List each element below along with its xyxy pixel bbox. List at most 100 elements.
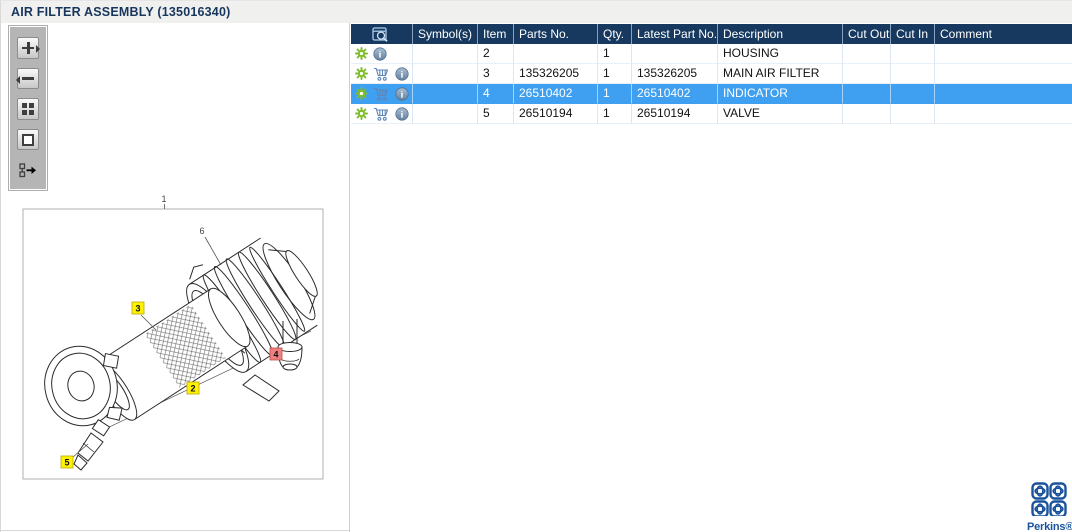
cell-cut_in[interactable] xyxy=(891,64,935,84)
table-search-icon[interactable] xyxy=(372,26,391,42)
cell-parts_no[interactable] xyxy=(514,44,598,64)
zoom-out-button[interactable] xyxy=(16,67,39,90)
grid-icon xyxy=(22,103,34,115)
cell-comment[interactable] xyxy=(935,64,1072,84)
cell-comment[interactable] xyxy=(935,104,1072,124)
cart-icon[interactable] xyxy=(373,67,390,81)
diagram-callout-5[interactable]: 5 xyxy=(60,455,74,469)
cell-parts_no[interactable]: 26510402 xyxy=(514,84,598,104)
column-header-filter[interactable] xyxy=(351,24,413,44)
svg-text:i: i xyxy=(401,110,404,120)
table-row[interactable]: i 5 26510194 1 26510194 VALVE xyxy=(351,104,1072,124)
table-row[interactable]: i 2 1 HOUSING xyxy=(351,44,1072,64)
cell-cut_out[interactable] xyxy=(843,84,891,104)
settings-icon[interactable] xyxy=(355,67,368,80)
cell-item[interactable]: 3 xyxy=(478,64,514,84)
svg-text:2: 2 xyxy=(190,384,195,394)
arrow-left-tab-icon xyxy=(12,75,20,84)
cell-item[interactable]: 2 xyxy=(478,44,514,64)
table-header-row: Symbol(s) Item Parts No. Qty. Latest Part No… xyxy=(351,24,1072,44)
list-arrow-icon xyxy=(19,163,36,177)
cell-parts_no[interactable]: 135326205 xyxy=(514,64,598,84)
cell-icons: i xyxy=(351,84,413,104)
diagram-label-6: 6 xyxy=(199,226,204,236)
settings-icon[interactable] xyxy=(355,87,368,100)
send-to-parts-list-button[interactable] xyxy=(17,159,39,181)
cell-symbols[interactable] xyxy=(413,84,478,104)
cell-latest_part_no[interactable]: 26510402 xyxy=(632,84,718,104)
cell-item[interactable]: 4 xyxy=(478,84,514,104)
cell-cut_in[interactable] xyxy=(891,44,935,64)
perkins-logo-mark xyxy=(1031,482,1067,518)
column-header-cut_out[interactable]: Cut Out xyxy=(843,24,891,44)
cell-icons: i xyxy=(351,64,413,84)
cell-description[interactable]: HOUSING xyxy=(718,44,843,64)
cell-qty[interactable]: 1 xyxy=(598,104,632,124)
cart-icon[interactable] xyxy=(373,87,390,101)
cell-cut_out[interactable] xyxy=(843,64,891,84)
column-header-parts_no[interactable]: Parts No. xyxy=(514,24,598,44)
cell-cut_in[interactable] xyxy=(891,84,935,104)
column-header-latest_part_no[interactable]: Latest Part No. xyxy=(632,24,718,44)
settings-icon[interactable] xyxy=(355,47,368,60)
cell-latest_part_no[interactable]: 135326205 xyxy=(632,64,718,84)
svg-text:i: i xyxy=(379,50,382,60)
cart-icon[interactable] xyxy=(373,107,390,121)
cell-item[interactable]: 5 xyxy=(478,104,514,124)
cell-qty[interactable]: 1 xyxy=(598,44,632,64)
bottom-border xyxy=(1,530,349,531)
column-header-qty[interactable]: Qty. xyxy=(598,24,632,44)
column-header-cut_in[interactable]: Cut In xyxy=(891,24,935,44)
cell-description[interactable]: MAIN AIR FILTER xyxy=(718,64,843,84)
column-header-item[interactable]: Item xyxy=(478,24,514,44)
cell-parts_no[interactable]: 26510194 xyxy=(514,104,598,124)
column-header-description[interactable]: Description xyxy=(718,24,843,44)
cell-description[interactable]: VALVE xyxy=(718,104,843,124)
cell-icons: i xyxy=(351,44,413,64)
minus-icon xyxy=(22,72,34,84)
cell-cut_out[interactable] xyxy=(843,44,891,64)
diagram-callout-2[interactable]: 2 xyxy=(186,381,200,395)
cell-cut_out[interactable] xyxy=(843,104,891,124)
cell-cut_in[interactable] xyxy=(891,104,935,124)
cell-description[interactable]: INDICATOR xyxy=(718,84,843,104)
fit-to-window-button[interactable] xyxy=(17,98,39,120)
svg-text:i: i xyxy=(401,90,404,100)
info-icon[interactable]: i xyxy=(395,86,409,101)
cell-symbols[interactable] xyxy=(413,104,478,124)
svg-text:3: 3 xyxy=(135,304,140,314)
cell-latest_part_no[interactable] xyxy=(632,44,718,64)
cell-icons: i xyxy=(351,104,413,124)
diagram-label-1: 1 xyxy=(161,194,166,204)
cell-comment[interactable] xyxy=(935,44,1072,64)
panel-divider xyxy=(349,23,350,532)
table-row[interactable]: i 3 135326205 1 135326205 MAIN AIR FILTER xyxy=(351,64,1072,84)
diagram-callout-4-selected[interactable]: 4 xyxy=(269,347,283,361)
zoom-window-button[interactable] xyxy=(17,128,39,151)
svg-text:5: 5 xyxy=(64,458,69,468)
svg-text:i: i xyxy=(401,70,404,80)
table-row-selected[interactable]: i 4 26510402 1 26510402 INDICATOR xyxy=(351,84,1072,104)
cell-symbols[interactable] xyxy=(413,44,478,64)
info-icon[interactable]: i xyxy=(395,106,409,121)
column-header-comment[interactable]: Comment xyxy=(935,24,1072,44)
diagram-callout-3[interactable]: 3 xyxy=(131,301,145,315)
cell-qty[interactable]: 1 xyxy=(598,84,632,104)
info-icon[interactable]: i xyxy=(395,66,409,81)
column-header-symbols[interactable]: Symbol(s) xyxy=(413,24,478,44)
perkins-logo-text: Perkins® xyxy=(1027,521,1072,532)
cell-comment[interactable] xyxy=(935,84,1072,104)
perkins-logo: Perkins® xyxy=(1027,482,1072,532)
cell-latest_part_no[interactable]: 26510194 xyxy=(632,104,718,124)
svg-text:4: 4 xyxy=(273,350,278,360)
parts-diagram[interactable]: 1 6 3 2 4 5 xyxy=(21,189,325,481)
parts-catalog-window: AIR FILTER ASSEMBLY (135016340) 1 6 3 2 … xyxy=(0,0,1072,532)
settings-icon[interactable] xyxy=(355,107,368,120)
title-bar: AIR FILTER ASSEMBLY (135016340) xyxy=(1,1,1072,23)
square-outline-icon xyxy=(22,133,34,146)
info-icon[interactable]: i xyxy=(373,46,387,61)
cell-symbols[interactable] xyxy=(413,64,478,84)
cell-qty[interactable]: 1 xyxy=(598,64,632,84)
page-title: AIR FILTER ASSEMBLY (135016340) xyxy=(11,5,231,19)
zoom-in-button[interactable] xyxy=(17,37,40,59)
